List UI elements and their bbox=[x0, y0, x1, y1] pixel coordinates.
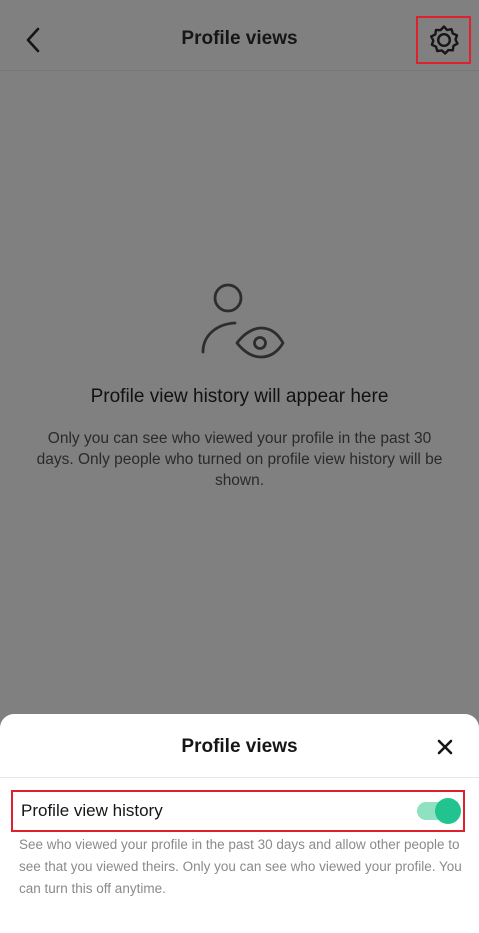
profile-views-bottom-sheet: Profile views Profile view history See w… bbox=[0, 714, 479, 933]
profile-view-history-label: Profile view history bbox=[21, 801, 163, 820]
sheet-header: Profile views bbox=[0, 714, 479, 778]
empty-state-title: Profile view history will appear here bbox=[90, 386, 389, 407]
top-bar: Profile views bbox=[0, 0, 479, 71]
empty-state: Profile view history will appear here On… bbox=[0, 280, 479, 491]
empty-state-description: Only you can see who viewed your profile… bbox=[36, 430, 443, 489]
person-eye-icon bbox=[201, 283, 284, 359]
page-title: Profile views bbox=[181, 28, 298, 49]
sheet-title: Profile views bbox=[181, 736, 298, 757]
profile-views-screen: Profile views Profile view history will … bbox=[0, 0, 479, 933]
close-icon bbox=[437, 739, 453, 755]
gear-icon bbox=[429, 25, 459, 55]
profile-view-history-description: See who viewed your profile in the past … bbox=[19, 837, 462, 896]
profile-view-history-row[interactable]: Profile view history bbox=[11, 790, 465, 832]
close-button[interactable] bbox=[432, 734, 458, 760]
toggle-knob bbox=[435, 798, 461, 824]
profile-view-history-toggle[interactable] bbox=[417, 798, 461, 824]
settings-button[interactable] bbox=[416, 16, 471, 64]
